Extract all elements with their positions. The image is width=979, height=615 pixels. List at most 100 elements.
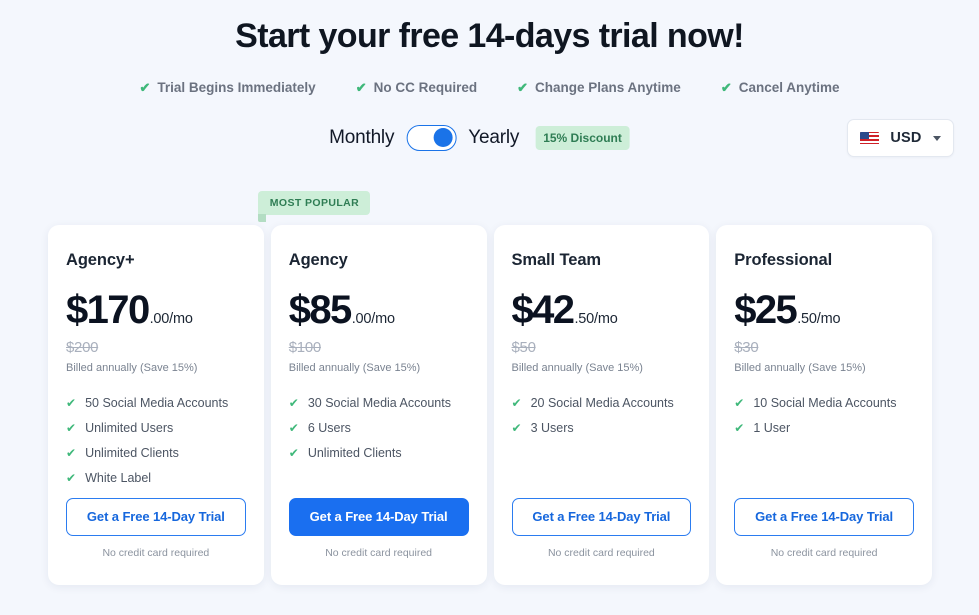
feature-list: ✔ 10 Social Media Accounts ✔ 1 User — [734, 396, 914, 436]
old-price: $100 — [288, 339, 321, 356]
feature-item: ✔ 1 User — [734, 421, 914, 436]
feature-label: White Label — [85, 471, 152, 485]
feature-list: ✔ 50 Social Media Accounts ✔ Unlimited User… — [66, 396, 246, 486]
feature-item: ✔ 20 Social Media Accounts — [512, 396, 692, 411]
toggle-knob — [433, 128, 453, 148]
yearly-label[interactable]: Yearly — [468, 127, 519, 149]
check-icon: ✔ — [139, 80, 151, 95]
feature-item: ✔ White Label — [66, 471, 246, 486]
plan-name: Small Team — [511, 251, 602, 269]
feature-item: ✔ 3 Users — [512, 421, 692, 436]
check-icon: ✔ — [288, 396, 299, 410]
check-icon: ✔ — [66, 446, 77, 460]
price-cents: .50/mo — [574, 311, 618, 327]
check-icon: ✔ — [66, 421, 77, 435]
perk-item: ✔ Trial Begins Immediately — [139, 80, 315, 95]
pricing-cards: Agency+ $170.00/mo $200 Billed annually (Sa… — [48, 191, 932, 585]
old-price: $30 — [734, 339, 759, 356]
feature-item: ✔ 50 Social Media Accounts — [66, 396, 246, 411]
perk-label: Cancel Anytime — [738, 80, 840, 95]
billing-note: Billed annually (Save 15%) — [288, 362, 421, 374]
old-price: $50 — [511, 339, 536, 356]
feature-item: ✔ Unlimited Clients — [66, 446, 246, 461]
plan-price: $25.50/mo — [734, 290, 914, 330]
perk-label: No CC Required — [373, 80, 478, 95]
check-icon: ✔ — [66, 396, 77, 410]
perk-item: ✔ Cancel Anytime — [721, 80, 840, 95]
check-icon: ✔ — [734, 421, 745, 435]
trial-button[interactable]: Get a Free 14-Day Trial — [66, 498, 246, 536]
trial-button[interactable]: Get a Free 14-Day Trial — [734, 498, 914, 536]
old-price: $200 — [66, 339, 99, 356]
price-cents: .50/mo — [797, 311, 841, 327]
billing-period-toggle[interactable] — [406, 125, 457, 151]
currency-code: USD — [890, 130, 922, 146]
perk-item: ✔ Change Plans Anytime — [517, 80, 681, 95]
trial-button[interactable]: Get a Free 14-Day Trial — [511, 498, 692, 536]
price-cents: .00/mo — [149, 311, 193, 327]
check-icon: ✔ — [355, 80, 367, 95]
check-icon: ✔ — [511, 421, 522, 435]
feature-label: 1 User — [753, 421, 791, 435]
feature-label: 3 Users — [530, 421, 574, 435]
cta-area: Get a Free 14-Day Trial No credit card re… — [66, 498, 246, 585]
pricing-card: Small Team $42.50/mo $50 Billed annually (S… — [493, 225, 710, 585]
feature-label: Unlimited Clients — [307, 446, 402, 460]
cta-area: Get a Free 14-Day Trial No credit card re… — [288, 498, 469, 585]
feature-label: Unlimited Users — [85, 421, 174, 435]
feature-item: ✔ 6 Users — [289, 421, 469, 436]
billing-note: Billed annually (Save 15%) — [734, 362, 866, 374]
plan-price: $170.00/mo — [66, 290, 246, 330]
billing-toggle-group: Monthly Yearly 15% Discount — [329, 125, 630, 151]
price-amount: $25 — [734, 288, 798, 332]
pricing-page: Start your free 14-days trial now! ✔ Tria… — [0, 0, 979, 615]
cta-note: No credit card required — [547, 547, 655, 559]
cta-note: No credit card required — [325, 547, 433, 559]
monthly-label[interactable]: Monthly — [329, 127, 394, 149]
currency-selector[interactable]: USD — [847, 119, 954, 157]
check-icon: ✔ — [734, 396, 745, 410]
feature-list: ✔ 20 Social Media Accounts ✔ 3 Users — [512, 396, 692, 436]
plan-price: $42.50/mo — [512, 290, 692, 330]
feature-item: ✔ Unlimited Users — [66, 421, 246, 436]
feature-label: 50 Social Media Accounts — [85, 396, 229, 410]
check-icon: ✔ — [288, 446, 299, 460]
discount-badge: 15% Discount — [535, 126, 630, 150]
feature-item: ✔ 30 Social Media Accounts — [289, 396, 469, 411]
plan-price: $85.00/mo — [289, 290, 469, 330]
cta-note: No credit card required — [770, 547, 878, 559]
pricing-card: Professional $25.50/mo $30 Billed annually … — [716, 225, 932, 585]
perks-list: ✔ Trial Begins Immediately ✔ No CC Required… — [0, 80, 979, 95]
check-icon: ✔ — [511, 396, 522, 410]
perk-label: Change Plans Anytime — [535, 80, 681, 95]
price-amount: $85 — [288, 288, 353, 332]
feature-label: 30 Social Media Accounts — [307, 396, 451, 410]
cta-note: No credit card required — [102, 547, 210, 559]
price-cents: .00/mo — [351, 311, 395, 327]
pricing-card: MOST POPULAR Agency $85.00/mo $100 Billed an… — [257, 191, 487, 585]
pricing-card: Agency+ $170.00/mo $200 Billed annually (Sa… — [48, 225, 264, 585]
feature-list: ✔ 30 Social Media Accounts ✔ 6 Users ✔ Unlimi… — [289, 396, 469, 461]
cta-area: Get a Free 14-Day Trial No credit card re… — [511, 498, 692, 585]
feature-label: 6 Users — [307, 421, 351, 435]
cta-area: Get a Free 14-Day Trial No credit card re… — [734, 498, 914, 585]
price-amount: $42 — [511, 288, 576, 332]
check-icon: ✔ — [66, 471, 77, 485]
billing-note: Billed annually (Save 15%) — [511, 362, 643, 374]
feature-item: ✔ 10 Social Media Accounts — [734, 396, 914, 411]
feature-label: 20 Social Media Accounts — [530, 396, 674, 410]
trial-button[interactable]: Get a Free 14-Day Trial — [288, 498, 469, 536]
check-icon: ✔ — [288, 421, 299, 435]
check-icon: ✔ — [517, 80, 529, 95]
feature-label: Unlimited Clients — [85, 446, 179, 460]
page-title: Start your free 14-days trial now! — [235, 17, 744, 55]
perk-item: ✔ No CC Required — [356, 80, 477, 95]
plan-name: Agency — [288, 251, 348, 269]
plan-name: Agency+ — [66, 251, 135, 269]
us-flag-icon — [860, 131, 880, 145]
feature-item: ✔ Unlimited Clients — [289, 446, 469, 461]
plan-name: Professional — [734, 251, 833, 269]
check-icon: ✔ — [720, 80, 732, 95]
most-popular-badge: MOST POPULAR — [257, 191, 371, 222]
feature-label: 10 Social Media Accounts — [753, 396, 897, 410]
